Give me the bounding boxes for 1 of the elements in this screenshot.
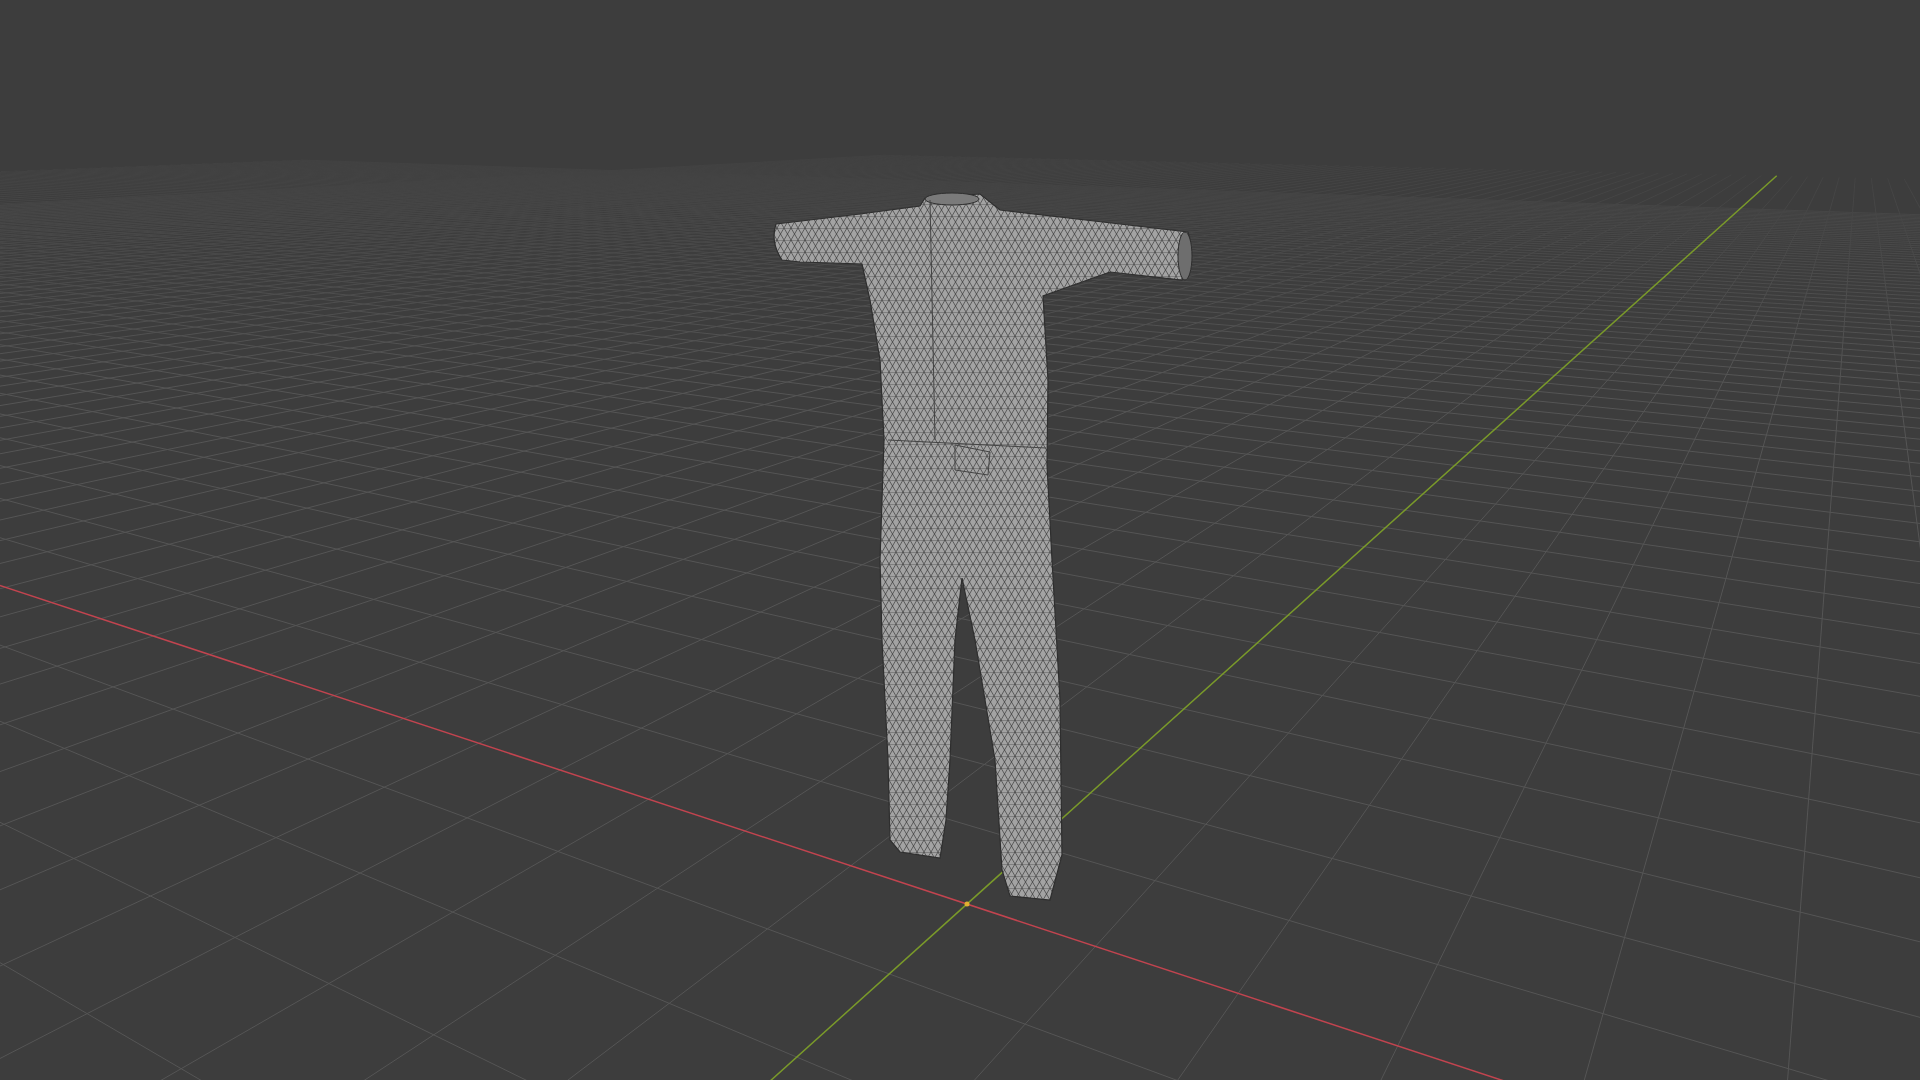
origin-dot [964,901,970,907]
